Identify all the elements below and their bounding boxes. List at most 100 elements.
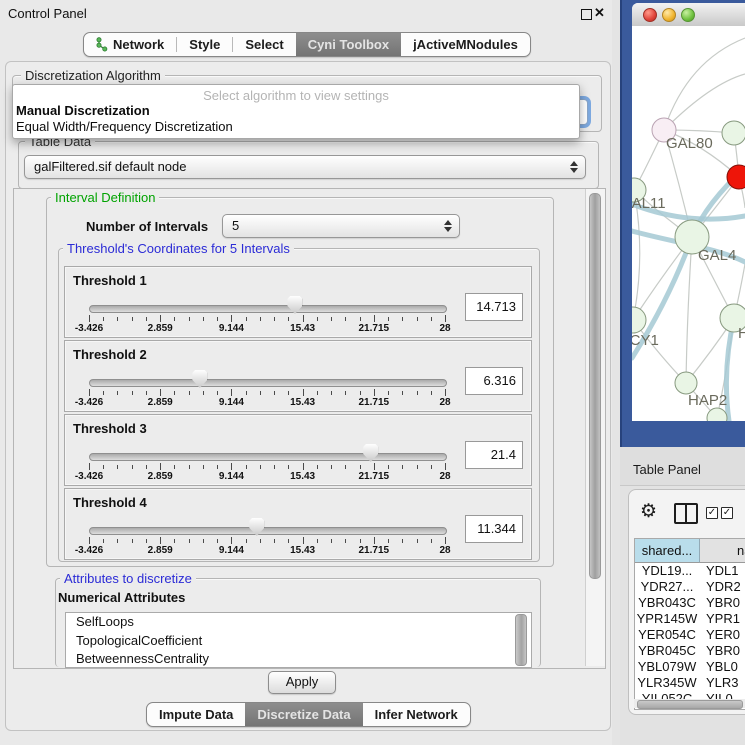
tick-label: 15.43 <box>290 323 315 334</box>
tab-label: Network <box>113 37 164 52</box>
discretization-algorithm-group-title: Discretization Algorithm <box>21 69 165 83</box>
tick-label: -3.426 <box>75 545 103 556</box>
tick-mark <box>360 391 361 395</box>
table-data-combobox[interactable]: galFiltered.sif default node <box>24 155 586 179</box>
number-of-intervals-combobox[interactable]: 5 <box>222 214 460 238</box>
slider-track[interactable] <box>89 453 447 461</box>
tab-cyni-toolbox[interactable]: Cyni Toolbox <box>296 33 401 56</box>
tick-mark <box>345 465 346 469</box>
close-icon[interactable]: ✕ <box>594 5 605 21</box>
threshold-value-field[interactable]: 6.316 <box>465 367 523 395</box>
tick-mark <box>189 317 190 321</box>
table-row[interactable]: YDL19...YDL1 <box>635 563 745 579</box>
tick-mark <box>146 465 147 469</box>
table-cell: YBR0 <box>706 595 740 611</box>
tick-mark <box>189 465 190 469</box>
combobox-stepper-icon <box>444 220 452 232</box>
table-row[interactable]: YLR345WYLR3 <box>635 675 745 691</box>
minimize-window-icon[interactable] <box>662 8 676 22</box>
zoom-window-icon[interactable] <box>681 8 695 22</box>
tab-infer-network[interactable]: Infer Network <box>363 703 470 726</box>
tab-jactivemnodules[interactable]: jActiveMNodules <box>401 33 530 56</box>
table-row[interactable]: YER054CYER0 <box>635 627 745 643</box>
apply-button[interactable]: Apply <box>268 671 336 694</box>
gear-icon[interactable]: ⚙ <box>640 500 657 523</box>
table-row[interactable]: YBR043CYBR0 <box>635 595 745 611</box>
tick-label: 21.715 <box>359 545 390 556</box>
tick-mark <box>89 389 90 396</box>
list-item[interactable]: BetweennessCentrality <box>66 650 531 668</box>
tab-style[interactable]: Style <box>177 33 232 56</box>
slider-track[interactable] <box>89 379 447 387</box>
network-edge-thick[interactable] <box>726 318 734 421</box>
tick-mark <box>246 317 247 321</box>
tick-mark <box>288 465 289 469</box>
tick-mark <box>331 317 332 321</box>
threshold-value-field[interactable]: 21.4 <box>465 441 523 469</box>
tick-label: 21.715 <box>359 471 390 482</box>
tick-label: 9.144 <box>219 323 244 334</box>
tab-select[interactable]: Select <box>233 33 295 56</box>
settings-scrollbar-thumb[interactable] <box>589 193 601 579</box>
dropdown-option-equal-width-frequency[interactable]: Equal Width/Frequency Discretization <box>16 119 233 134</box>
list-item[interactable]: SelfLoops <box>66 613 531 632</box>
close-window-icon[interactable] <box>643 8 657 22</box>
table-row[interactable]: YBR045CYBR0 <box>635 643 745 659</box>
tick-mark <box>417 539 418 543</box>
tick-mark <box>103 539 104 543</box>
column-header-shared-name[interactable]: shared... <box>635 539 700 563</box>
columns-icon[interactable] <box>674 503 698 524</box>
checkbox-checked-icon[interactable]: ✓ <box>706 507 718 519</box>
tick-mark <box>117 465 118 469</box>
tick-mark <box>274 317 275 321</box>
network-window-titlebar[interactable] <box>632 3 745 27</box>
tick-mark <box>174 465 175 469</box>
tab-impute-data[interactable]: Impute Data <box>147 703 245 726</box>
tick-mark <box>374 389 375 396</box>
tab-discretize-data[interactable]: Discretize Data <box>245 703 362 726</box>
tab-label: Cyni Toolbox <box>308 37 389 52</box>
threshold-slider[interactable]: -3.4262.8599.14415.4321.71528 <box>89 369 445 405</box>
table-cell: YDR27... <box>635 579 699 595</box>
network-node[interactable] <box>675 372 697 394</box>
attributes-scrollbar-thumb[interactable] <box>515 614 527 666</box>
tick-label: 21.715 <box>359 323 390 334</box>
table-row[interactable]: YBL079WYBL0 <box>635 659 745 675</box>
table-cell: YPR145W <box>635 611 699 627</box>
dropdown-option-manual-discretization[interactable]: Manual Discretization <box>16 103 150 118</box>
threshold-value-field[interactable]: 14.713 <box>465 293 523 321</box>
thresholds-group-title: Threshold's Coordinates for 5 Intervals <box>63 242 294 256</box>
column-header-name[interactable]: na <box>700 539 745 563</box>
checkbox-checked-icon[interactable]: ✓ <box>721 507 733 519</box>
table-panel-title: Table Panel <box>633 462 701 477</box>
tick-mark <box>217 465 218 469</box>
threshold-value-field[interactable]: 11.344 <box>465 515 523 543</box>
network-canvas[interactable]: GAL80GAL11GAL4GCY1HHAP2 <box>632 26 745 421</box>
threshold-slider[interactable]: -3.4262.8599.14415.4321.71528 <box>89 443 445 479</box>
algorithm-dropdown-popup: Select algorithm to view settings Manual… <box>12 84 580 139</box>
table-row[interactable]: YPR145WYPR1 <box>635 611 745 627</box>
network-node[interactable] <box>632 307 646 333</box>
slider-track[interactable] <box>89 305 447 313</box>
slider-tick-labels: -3.4262.8599.14415.4321.71528 <box>89 323 445 334</box>
slider-track[interactable] <box>89 527 447 535</box>
top-tab-bar: Network StyleSelect Cyni Toolbox jActiveMNo… <box>83 32 531 57</box>
table-hscrollbar-thumb[interactable] <box>637 700 743 709</box>
tick-label: 28 <box>439 471 450 482</box>
tick-mark <box>388 539 389 543</box>
float-window-icon[interactable] <box>581 9 592 20</box>
threshold-slider[interactable]: -3.4262.8599.14415.4321.71528 <box>89 517 445 553</box>
list-item[interactable]: TopologicalCoefficient <box>66 632 531 651</box>
slider-ticks <box>89 537 445 545</box>
tab-network[interactable]: Network <box>84 33 176 56</box>
network-window: GAL80GAL11GAL4GCY1HHAP2 <box>632 3 745 421</box>
network-node[interactable] <box>722 121 745 145</box>
network-edge[interactable] <box>664 38 745 130</box>
tick-mark <box>203 465 204 469</box>
threshold-slider[interactable]: -3.4262.8599.14415.4321.71528 <box>89 295 445 331</box>
network-edge[interactable] <box>686 237 692 383</box>
tick-mark <box>174 539 175 543</box>
table-row[interactable]: YDR27...YDR2 <box>635 579 745 595</box>
tick-mark <box>445 389 446 396</box>
attributes-group-title: Attributes to discretize <box>60 572 196 586</box>
